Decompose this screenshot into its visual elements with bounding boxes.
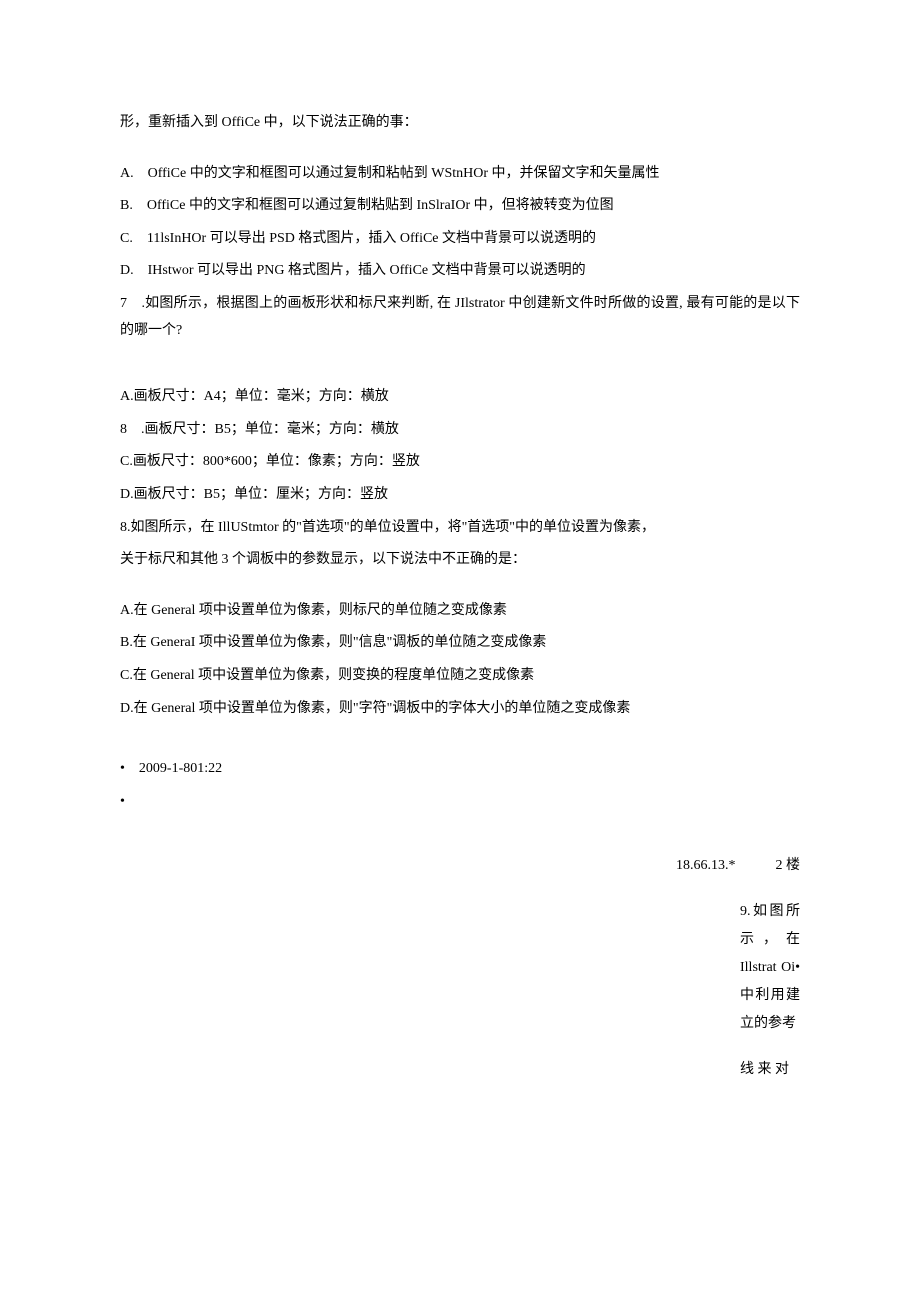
q6-option-c: C. 11lsInHOr 可以导出 PSD 格式图片，插入 OffiCe 文档中… (120, 226, 800, 253)
q7-option-b: 8 .画板尺寸：B5；单位：毫米；方向：横放 (120, 417, 800, 444)
right-meta: 18.66.13.* 2 楼 (120, 853, 800, 880)
q7-option-a: A.画板尺寸：A4；单位：毫米；方向：横放 (120, 384, 800, 411)
intro-line: 形，重新插入到 OffiCe 中，以下说法正确的事： (120, 110, 800, 137)
q8-option-a: A.在 General 项中设置单位为像素，则标尺的单位随之变成像素 (120, 598, 800, 625)
q8-option-b: B.在 GeneraI 项中设置单位为像素，则"信息"调板的单位随之变成像素 (120, 630, 800, 657)
q9-block-1: 9.如图所示，在 Illstrat Oi•中利用建立的参考 (740, 898, 800, 1038)
post-meta: • 2009-1-801:22 • (120, 756, 800, 815)
q7-option-d: D.画板尺寸：B5；单位：厘米；方向：竖放 (120, 482, 800, 509)
q9-block-2: 线 来 对 (740, 1056, 800, 1084)
timestamp: • 2009-1-801:22 (120, 756, 800, 783)
floor-label: 2 楼 (776, 853, 801, 880)
q6-option-d: D. IHstwor 可以导出 PNG 格式图片，插入 OffiCe 文档中背景… (120, 258, 800, 285)
ip-address: 18.66.13.* (676, 853, 736, 880)
q8-stem-1: 8.如图所示，在 IllUStmtor 的"首选项"的单位设置中，将"首选项"中… (120, 515, 800, 542)
q8-option-c: C.在 General 项中设置单位为像素，则变换的程度单位随之变成像素 (120, 663, 800, 690)
document-page: 形，重新插入到 OffiCe 中，以下说法正确的事： A. OffiCe 中的文… (0, 0, 920, 1301)
q7-stem: 7 .如图所示，根据图上的画板形状和标尺来判断, 在 JIlstrator 中创… (120, 291, 800, 344)
empty-bullet: • (120, 789, 800, 816)
q8-option-d: D.在 General 项中设置单位为像素，则"字符"调板中的字体大小的单位随之… (120, 696, 800, 723)
q8-stem-2: 关于标尺和其他 3 个调板中的参数显示，以下说法中不正确的是： (120, 547, 800, 574)
q7-option-c: C.画板尺寸：800*600；单位：像素；方向：竖放 (120, 449, 800, 476)
q6-option-b: B. OffiCe 中的文字和框图可以通过复制粘贴到 InSlraIOr 中，但… (120, 193, 800, 220)
q6-option-a: A. OffiCe 中的文字和框图可以通过复制和粘帖到 WStnHOr 中，并保… (120, 161, 800, 188)
